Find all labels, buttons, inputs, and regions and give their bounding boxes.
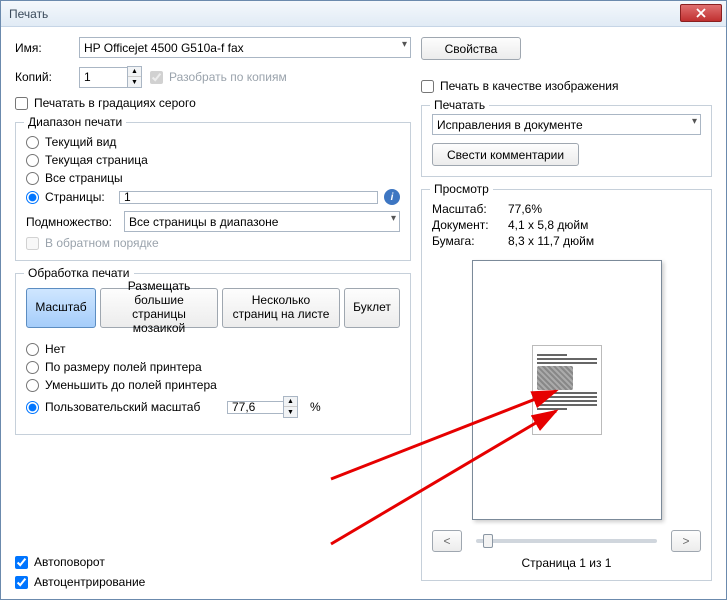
properties-button[interactable]: Свойства (421, 37, 521, 60)
preview-paper-label: Бумага: (432, 234, 508, 248)
print-what-select[interactable]: Исправления в документе (432, 114, 701, 135)
print-range-group: Диапазон печати Текущий вид Текущая стра… (15, 122, 411, 261)
percent-label: % (310, 400, 321, 414)
prev-page-button[interactable]: < (432, 530, 462, 552)
preview-scale-label: Масштаб: (432, 202, 508, 216)
range-pages-row: Страницы: i (26, 189, 400, 205)
subset-select[interactable]: Все страницы в диапазоне (124, 211, 400, 232)
window-title: Печать (9, 7, 48, 21)
collate-label: Разобрать по копиям (169, 70, 287, 84)
custom-scale-label: Пользовательский масштаб (45, 400, 221, 414)
fit-none[interactable]: Нет (26, 342, 400, 356)
custom-scale-input[interactable] (227, 401, 283, 414)
document-mini-icon (532, 345, 602, 435)
footer-options: Автоповорот Автоцентрирование (15, 547, 411, 589)
spin-down-icon[interactable]: ▼ (284, 407, 297, 417)
tab-scale[interactable]: Масштаб (26, 288, 96, 328)
print-dialog: Печать Имя: HP Officejet 4500 G510a-f fa… (0, 0, 727, 600)
close-icon (696, 8, 706, 18)
custom-scale-radio[interactable] (26, 401, 39, 414)
print-what-combo[interactable]: Исправления в документе (432, 114, 701, 135)
print-as-image-checkbox[interactable]: Печать в качестве изображения (421, 79, 712, 93)
right-pane: Свойства Печать в качестве изображения П… (421, 37, 712, 589)
custom-scale-spinner[interactable]: ▲▼ (227, 396, 298, 418)
as-image-check[interactable] (421, 80, 434, 93)
reverse-label: В обратном порядке (45, 236, 159, 250)
reverse-check (26, 237, 39, 250)
preview-scale-value: 77,6% (508, 202, 542, 216)
range-pages-radio[interactable] (26, 191, 39, 204)
spin-up-icon[interactable]: ▲ (128, 67, 141, 77)
left-pane: Имя: HP Officejet 4500 G510a-f fax Копий… (15, 37, 411, 589)
tab-tile[interactable]: Размещать большие страницы мозаикой (100, 288, 218, 328)
fit-margins[interactable]: По размеру полей принтера (26, 360, 400, 374)
copies-row: Копий: ▲▼ Разобрать по копиям (15, 66, 411, 88)
range-all-pages[interactable]: Все страницы (26, 171, 400, 185)
close-button[interactable] (680, 4, 722, 22)
subset-row: Подмножество: Все страницы в диапазоне (26, 211, 400, 232)
page-handling-group: Обработка печати Масштаб Размещать больш… (15, 273, 411, 435)
copies-spinner[interactable]: ▲▼ (79, 66, 142, 88)
copies-spin-buttons[interactable]: ▲▼ (127, 66, 142, 88)
copies-label: Копий: (15, 70, 71, 84)
print-range-legend: Диапазон печати (24, 115, 126, 129)
grayscale-checkbox[interactable]: Печатать в градациях серого (15, 96, 411, 110)
custom-scale-row: Пользовательский масштаб ▲▼ % (26, 396, 400, 418)
auto-rotate-label: Автоповорот (34, 555, 105, 569)
preview-doc-value: 4,1 x 5,8 дюйм (508, 218, 588, 232)
print-what-legend: Печатать (430, 98, 489, 112)
next-page-button[interactable]: > (671, 530, 701, 552)
subset-label: Подмножество: (26, 215, 116, 229)
auto-rotate-check[interactable] (15, 556, 28, 569)
pages-input[interactable] (119, 191, 378, 204)
collate-checkbox: Разобрать по копиям (150, 70, 287, 84)
name-label: Имя: (15, 41, 71, 55)
range-pages-label: Страницы: (45, 190, 113, 204)
preview-nav: < > (432, 530, 701, 552)
auto-center-check[interactable] (15, 576, 28, 589)
page-handling-legend: Обработка печати (24, 266, 134, 280)
print-what-group: Печатать Исправления в документе Свести … (421, 105, 712, 177)
spin-up-icon[interactable]: ▲ (284, 397, 297, 407)
preview-paper-value: 8,3 x 11,7 дюйм (508, 234, 594, 248)
range-current-view[interactable]: Текущий вид (26, 135, 400, 149)
preview-group: Просмотр Масштаб:77,6% Документ:4,1 x 5,… (421, 189, 712, 581)
auto-center-label: Автоцентрирование (34, 575, 145, 589)
scale-spin-buttons[interactable]: ▲▼ (283, 396, 298, 418)
page-thumbnail (472, 260, 662, 520)
dialog-body: Имя: HP Officejet 4500 G510a-f fax Копий… (1, 27, 726, 599)
range-current-page[interactable]: Текущая страница (26, 153, 400, 167)
subset-combo[interactable]: Все страницы в диапазоне (124, 211, 400, 232)
printer-select[interactable]: HP Officejet 4500 G510a-f fax (79, 37, 411, 58)
as-image-label: Печать в качестве изображения (440, 79, 618, 93)
info-icon[interactable]: i (384, 189, 400, 205)
grayscale-label: Печатать в градациях серого (34, 96, 196, 110)
copies-input[interactable] (79, 67, 127, 88)
printer-row: Имя: HP Officejet 4500 G510a-f fax (15, 37, 411, 58)
page-status: Страница 1 из 1 (522, 556, 612, 570)
page-slider[interactable] (476, 539, 657, 543)
printer-combo[interactable]: HP Officejet 4500 G510a-f fax (79, 37, 411, 58)
preview-legend: Просмотр (430, 182, 493, 196)
preview-doc-label: Документ: (432, 218, 508, 232)
handling-tabs: Масштаб Размещать большие страницы мозаи… (26, 288, 400, 328)
tab-booklet[interactable]: Буклет (344, 288, 400, 328)
collate-check (150, 71, 163, 84)
preview-info: Масштаб:77,6% Документ:4,1 x 5,8 дюйм Бу… (432, 200, 701, 250)
auto-center-checkbox[interactable]: Автоцентрирование (15, 575, 411, 589)
reverse-order-checkbox: В обратном порядке (26, 236, 400, 250)
slider-thumb[interactable] (483, 534, 493, 548)
auto-rotate-checkbox[interactable]: Автоповорот (15, 555, 411, 569)
spin-down-icon[interactable]: ▼ (128, 77, 141, 87)
summarize-comments-button[interactable]: Свести комментарии (432, 143, 579, 166)
tab-multiple[interactable]: Несколько страниц на листе (222, 288, 340, 328)
shrink-margins[interactable]: Уменьшить до полей принтера (26, 378, 400, 392)
titlebar: Печать (1, 1, 726, 27)
grayscale-check[interactable] (15, 97, 28, 110)
